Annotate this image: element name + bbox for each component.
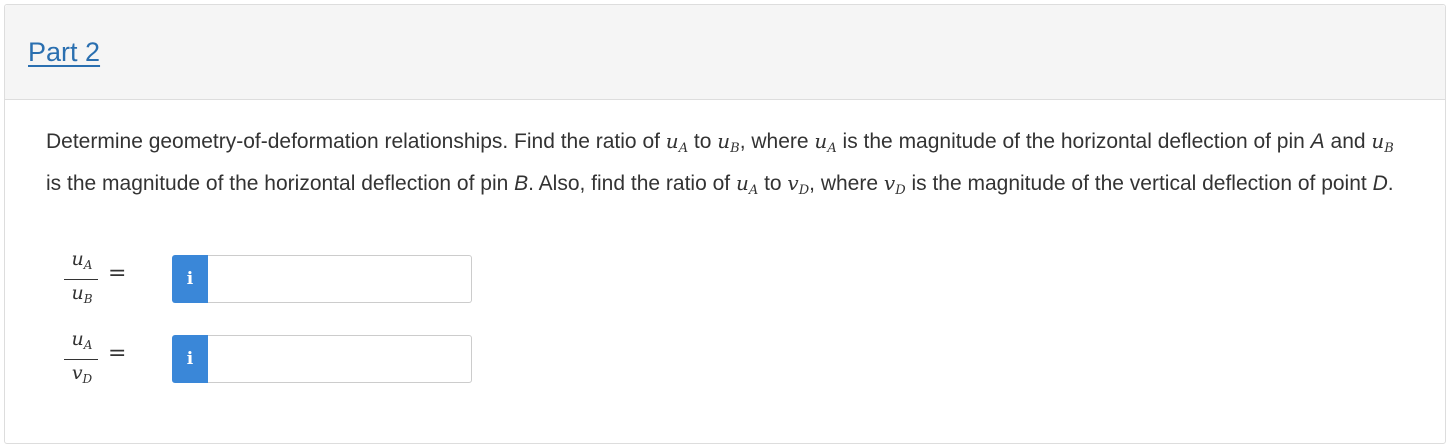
math-u-b: uB — [1371, 129, 1394, 156]
info-icon: i — [186, 269, 194, 289]
answer-row-ua-ub: uA uB = i — [56, 248, 476, 312]
equals-sign: = — [108, 341, 127, 366]
info-button[interactable]: i — [172, 335, 208, 383]
answer-input-ua-ub[interactable] — [208, 255, 472, 303]
math-v-d: vD — [883, 171, 906, 198]
card-header: Part 2 — [5, 5, 1445, 100]
info-icon: i — [186, 349, 194, 369]
math-u-a: uA — [814, 129, 837, 156]
fraction-denominator: vD — [71, 362, 93, 386]
math-v-d: vD — [787, 171, 810, 198]
fraction-denominator: uB — [71, 282, 93, 306]
fraction-numerator: uA — [71, 248, 93, 272]
ratio-ua-vd-fraction: uA vD — [62, 328, 102, 388]
math-u-a: uA — [665, 129, 689, 156]
fraction-numerator: uA — [71, 328, 93, 352]
answer-row-ua-vd: uA vD = i — [56, 328, 476, 392]
fraction-bar — [64, 359, 98, 360]
info-button[interactable]: i — [172, 255, 208, 303]
equals-sign: = — [108, 261, 127, 286]
math-u-a: uA — [735, 171, 759, 198]
math-u-b: uB — [717, 129, 740, 156]
ratio-ua-ub-fraction: uA uB — [62, 248, 102, 308]
question-text: Determine geometry-of-deformation relati… — [46, 129, 1394, 198]
part-title-link[interactable]: Part 2 — [28, 37, 100, 68]
fraction-bar — [64, 279, 98, 280]
answer-input-ua-vd[interactable] — [208, 335, 472, 383]
